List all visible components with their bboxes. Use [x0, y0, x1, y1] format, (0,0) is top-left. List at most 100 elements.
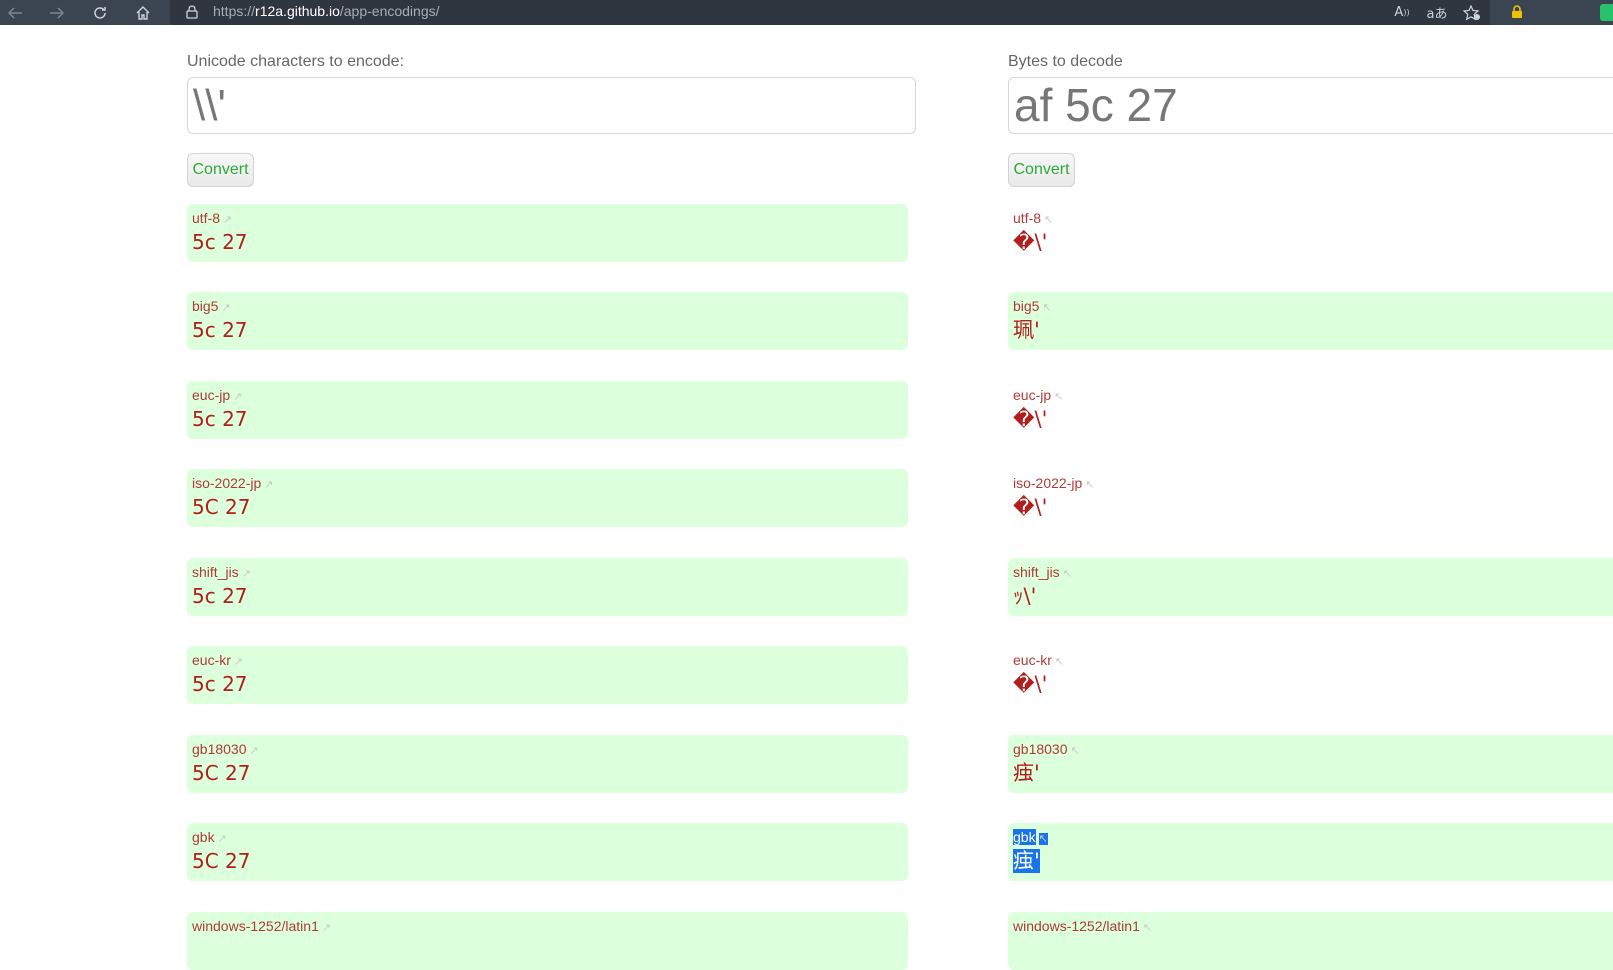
- encode-result-name-text[interactable]: iso-2022-jp: [192, 475, 261, 491]
- link-back-icon[interactable]: ↖: [1055, 656, 1064, 668]
- decode-result-name-text[interactable]: iso-2022-jp: [1013, 475, 1082, 491]
- encode-result-utf8: utf-8 ↗ 5c 27: [187, 204, 908, 262]
- decode-result-value: �\': [1013, 407, 1048, 431]
- external-link-icon[interactable]: ↗: [264, 479, 273, 491]
- home-icon[interactable]: [128, 0, 158, 25]
- reload-icon[interactable]: [85, 0, 115, 25]
- encode-result-name[interactable]: euc-jp ↗: [192, 386, 908, 404]
- encode-result-name[interactable]: shift_jis ↗: [192, 563, 908, 581]
- link-back-icon[interactable]: ↖: [1044, 214, 1053, 226]
- encode-result-euc-kr: euc-kr ↗ 5c 27: [187, 646, 908, 704]
- link-back-icon[interactable]: ↖: [1038, 833, 1048, 845]
- decode-result-name[interactable]: iso-2022-jp ↖: [1013, 474, 1613, 492]
- encode-result-name-text[interactable]: euc-kr: [192, 652, 231, 668]
- decode-result-value: �\': [1013, 230, 1048, 254]
- encode-result-name[interactable]: gbk ↗: [192, 828, 908, 846]
- encode-result-name[interactable]: utf-8 ↗: [192, 209, 908, 227]
- encode-result-gbk: gbk ↗ 5C 27: [187, 823, 908, 881]
- decode-result-name[interactable]: windows-1252/latin1 ↖: [1013, 917, 1613, 935]
- url-path: /app-encodings/: [339, 3, 440, 19]
- decode-result-name-text[interactable]: shift_jis: [1013, 564, 1060, 580]
- encode-convert-button[interactable]: Convert: [187, 153, 254, 187]
- url-scheme: https://: [213, 3, 256, 19]
- decode-result-name-text[interactable]: windows-1252/latin1: [1013, 918, 1140, 934]
- encode-input[interactable]: \\': [187, 77, 916, 134]
- encode-result-big5: big5 ↗ 5c 27: [187, 292, 908, 350]
- decode-result-utf8: utf-8 ↖ �\': [1008, 204, 1613, 262]
- encode-result-name-text[interactable]: windows-1252/latin1: [192, 918, 319, 934]
- read-aloud-icon[interactable]: A)): [1388, 0, 1416, 25]
- decode-result-value: 痋': [1013, 846, 1613, 876]
- external-link-icon[interactable]: ↗: [233, 391, 242, 403]
- decode-label: Bytes to decode: [1008, 53, 1123, 70]
- encode-result-name-text[interactable]: shift_jis: [192, 564, 239, 580]
- decode-result-name[interactable]: gb18030 ↖: [1013, 740, 1613, 758]
- url-host: r12a.github.io: [255, 3, 340, 19]
- link-back-icon[interactable]: ↖: [1063, 568, 1072, 580]
- link-back-icon[interactable]: ↖: [1143, 922, 1152, 934]
- decode-result-name-text[interactable]: euc-kr: [1013, 652, 1052, 668]
- encode-result-value: 5c 27: [192, 584, 248, 608]
- encode-result-value: 5c 27: [192, 407, 248, 431]
- encode-result-value: 5C 27: [192, 495, 251, 519]
- encode-result-value: [192, 935, 908, 965]
- encode-result-value: 5c 27: [192, 318, 248, 342]
- decode-result-value: 痋': [1013, 761, 1040, 785]
- favorites-icon[interactable]: [1458, 0, 1486, 25]
- encode-result-name[interactable]: windows-1252/latin1 ↗: [192, 917, 908, 935]
- encode-result-name-text[interactable]: gbk: [192, 829, 215, 845]
- encode-result-name[interactable]: iso-2022-jp ↗: [192, 474, 908, 492]
- decode-result-name[interactable]: utf-8 ↖: [1013, 209, 1613, 227]
- encode-result-name-text[interactable]: euc-jp: [192, 387, 230, 403]
- shield-lock-icon[interactable]: [1507, 3, 1527, 21]
- external-link-icon[interactable]: ↗: [221, 302, 230, 314]
- decode-result-iso-2022-jp: iso-2022-jp ↖ �\': [1008, 469, 1613, 527]
- decode-convert-button[interactable]: Convert: [1008, 153, 1075, 187]
- extension-icon[interactable]: [1600, 4, 1613, 21]
- decode-result-shift-jis: shift_jis ↖ ｯ\': [1008, 558, 1613, 616]
- encode-result-windows-1252: windows-1252/latin1 ↗: [187, 912, 908, 970]
- encode-label: Unicode characters to encode:: [187, 53, 405, 70]
- external-link-icon[interactable]: ↗: [223, 214, 232, 226]
- external-link-icon[interactable]: ↗: [322, 922, 331, 934]
- encode-result-name-text[interactable]: big5: [192, 298, 218, 314]
- decode-result-name-text[interactable]: gbk: [1013, 829, 1036, 845]
- link-back-icon[interactable]: ↖: [1071, 745, 1080, 757]
- external-link-icon[interactable]: ↗: [218, 833, 227, 845]
- back-icon[interactable]: [0, 0, 30, 25]
- decode-result-big5: big5 ↖ 珮': [1008, 292, 1613, 350]
- link-back-icon[interactable]: ↖: [1042, 302, 1051, 314]
- translate-icon[interactable]: aあ: [1423, 0, 1451, 25]
- lock-icon[interactable]: [183, 3, 201, 21]
- decode-result-value: �\': [1013, 495, 1048, 519]
- url-text[interactable]: https://r12a.github.io/app-encodings/: [213, 0, 440, 25]
- encode-result-name-text[interactable]: gb18030: [192, 741, 247, 757]
- decode-result-name[interactable]: euc-kr ↖: [1013, 651, 1613, 669]
- encode-result-name-text[interactable]: utf-8: [192, 210, 220, 226]
- encode-result-name[interactable]: euc-kr ↗: [192, 651, 908, 669]
- decode-result-name[interactable]: euc-jp ↖: [1013, 386, 1613, 404]
- decode-result-name[interactable]: gbk ↖: [1013, 828, 1613, 846]
- link-back-icon[interactable]: ↖: [1085, 479, 1094, 491]
- decode-result-name[interactable]: shift_jis ↖: [1013, 563, 1613, 581]
- decode-result-name-text[interactable]: gb18030: [1013, 741, 1068, 757]
- encode-result-name[interactable]: big5 ↗: [192, 297, 908, 315]
- decode-result-gbk: gbk ↖ 痋': [1008, 823, 1613, 881]
- encode-result-shift-jis: shift_jis ↗ 5c 27: [187, 558, 908, 616]
- decode-result-name-text[interactable]: big5: [1013, 298, 1039, 314]
- decode-result-name-text[interactable]: euc-jp: [1013, 387, 1051, 403]
- link-back-icon[interactable]: ↖: [1054, 391, 1063, 403]
- decode-input[interactable]: af 5c 27: [1008, 77, 1613, 134]
- decode-result-gb18030: gb18030 ↖ 痋': [1008, 735, 1613, 793]
- forward-icon[interactable]: [42, 0, 72, 25]
- decode-result-name[interactable]: big5 ↖: [1013, 297, 1613, 315]
- encode-result-name[interactable]: gb18030 ↗: [192, 740, 908, 758]
- external-link-icon[interactable]: ↗: [234, 656, 243, 668]
- encode-result-euc-jp: euc-jp ↗ 5c 27: [187, 381, 908, 439]
- decode-result-name-text[interactable]: utf-8: [1013, 210, 1041, 226]
- external-link-icon[interactable]: ↗: [250, 745, 259, 757]
- decode-result-euc-jp: euc-jp ↖ �\': [1008, 381, 1613, 439]
- selected-text: 痋': [1013, 849, 1040, 873]
- encode-result-gb18030: gb18030 ↗ 5C 27: [187, 735, 908, 793]
- external-link-icon[interactable]: ↗: [242, 568, 251, 580]
